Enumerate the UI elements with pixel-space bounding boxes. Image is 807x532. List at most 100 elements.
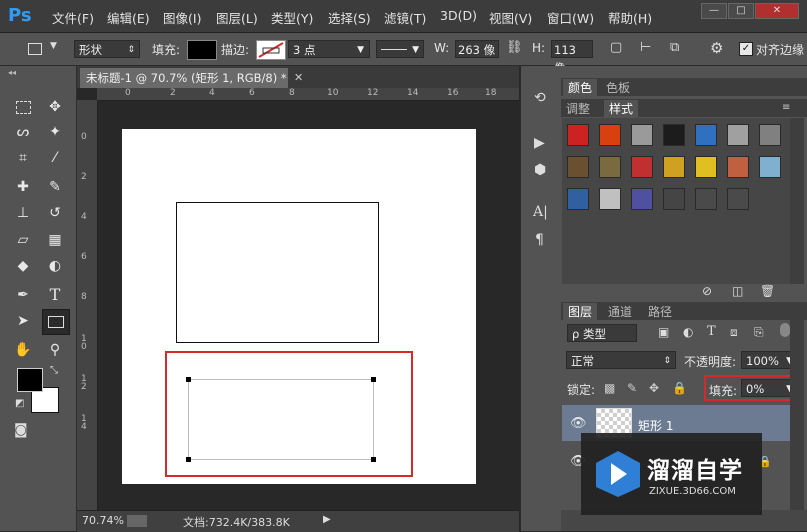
type-filter-icon[interactable]: T xyxy=(707,324,716,339)
layer-filter-select[interactable]: ρ 类型 xyxy=(567,324,637,342)
blur-tool-icon[interactable]: ◆ xyxy=(12,255,34,277)
tab-swatches[interactable]: 色板 xyxy=(606,79,630,96)
menu-view[interactable]: 视图(V) xyxy=(489,8,532,27)
restore-button[interactable]: □ xyxy=(728,3,754,19)
3d-icon[interactable]: ⬢ xyxy=(534,162,546,178)
adjustment-filter-icon[interactable]: ◐ xyxy=(683,325,693,339)
style-swatch[interactable] xyxy=(599,156,621,178)
height-field[interactable]: 113 像 xyxy=(551,40,593,75)
history-brush-tool-icon[interactable]: ↺ xyxy=(44,202,66,224)
smart-object-filter-icon[interactable]: ⎘ xyxy=(754,325,764,340)
collapse-icon[interactable]: ◂◂ xyxy=(8,68,16,77)
style-swatch[interactable] xyxy=(599,188,621,210)
menu-layer[interactable]: 图层(L) xyxy=(216,8,258,27)
path-arrangement-icon[interactable]: ⧉ xyxy=(670,40,679,55)
lasso-tool-icon[interactable]: ᔕ xyxy=(12,121,34,143)
play-icon[interactable]: ▶ xyxy=(323,514,331,525)
style-swatch[interactable] xyxy=(663,124,685,146)
tab-paths[interactable]: 路径 xyxy=(648,303,672,320)
path-operations-icon[interactable]: ▢ xyxy=(610,40,622,55)
fill-swatch[interactable] xyxy=(187,40,217,60)
lock-image-icon[interactable]: ✎ xyxy=(627,381,637,395)
tab-adjustments[interactable]: 调整 xyxy=(566,100,590,117)
shape-filter-icon[interactable]: ⧈ xyxy=(730,325,738,340)
style-swatch[interactable] xyxy=(567,124,589,146)
swap-colors-icon[interactable]: ⤡ xyxy=(50,365,58,376)
eye-icon[interactable]: 👁 xyxy=(570,416,587,431)
document-tab[interactable]: 未标题-1 @ 70.7% (矩形 1, RGB/8) * xyxy=(80,68,288,88)
panel-menu-icon[interactable]: ≡ xyxy=(782,102,790,113)
mode-select[interactable]: 形状 ⇕ xyxy=(74,40,140,58)
menu-select[interactable]: 选择(S) xyxy=(328,8,371,27)
default-colors-icon[interactable]: ◩ xyxy=(15,398,24,409)
link-icon[interactable]: ⛓ xyxy=(506,40,523,55)
move-tool-icon[interactable]: ✥ xyxy=(44,96,66,118)
path-selection-tool-icon[interactable]: ➤ xyxy=(12,310,34,332)
style-swatch[interactable] xyxy=(599,124,621,146)
layer-name[interactable]: 矩形 1 xyxy=(638,417,673,434)
align-edges-checkbox[interactable]: ✓ xyxy=(739,42,753,56)
eyedropper-tool-icon[interactable]: ⁄ xyxy=(44,147,66,169)
healing-brush-tool-icon[interactable]: ✚ xyxy=(12,176,34,198)
menu-edit[interactable]: 编辑(E) xyxy=(107,8,150,27)
style-swatch[interactable] xyxy=(567,156,589,178)
close-tab-icon[interactable]: ✕ xyxy=(294,71,303,84)
tab-channels[interactable]: 通道 xyxy=(608,303,632,320)
new-style-icon[interactable]: ◫ xyxy=(732,284,743,298)
foreground-color-swatch[interactable] xyxy=(17,368,43,392)
type-tool-icon[interactable]: T xyxy=(44,284,66,306)
styles-scrollbar[interactable] xyxy=(790,118,804,284)
style-swatch[interactable] xyxy=(631,188,653,210)
style-swatch[interactable] xyxy=(695,188,717,210)
style-swatch[interactable] xyxy=(567,188,589,210)
menu-type[interactable]: 类型(Y) xyxy=(271,8,313,27)
style-swatch[interactable] xyxy=(663,188,685,210)
filter-toggle[interactable] xyxy=(780,323,790,337)
clear-style-icon[interactable]: ⊘ xyxy=(702,284,712,298)
lock-transparent-icon[interactable]: ▩ xyxy=(604,381,615,395)
style-swatch[interactable] xyxy=(727,188,749,210)
stroke-type-picker[interactable]: ▼ xyxy=(376,40,424,58)
tab-styles[interactable]: 样式 xyxy=(604,100,639,117)
gradient-tool-icon[interactable]: ▦ xyxy=(44,229,66,251)
brush-tool-icon[interactable]: ✎ xyxy=(44,176,66,198)
minimize-button[interactable]: — xyxy=(701,3,727,19)
quick-mask-icon[interactable]: ◙ xyxy=(14,422,28,438)
style-swatch[interactable] xyxy=(631,124,653,146)
magic-wand-tool-icon[interactable]: ✦ xyxy=(44,121,66,143)
layers-scrollbar[interactable] xyxy=(790,320,804,510)
tool-preset-picker[interactable]: ▼ xyxy=(24,40,64,58)
lock-all-icon[interactable]: 🔒 xyxy=(672,381,687,395)
menu-window[interactable]: 窗口(W) xyxy=(547,8,594,27)
rectangle-tool-icon[interactable] xyxy=(42,309,70,335)
pen-tool-icon[interactable]: ✒ xyxy=(12,284,34,306)
hand-tool-icon[interactable]: ✋ xyxy=(12,339,34,361)
path-alignment-icon[interactable]: ⊢ xyxy=(640,40,651,55)
style-swatch[interactable] xyxy=(759,156,781,178)
menu-image[interactable]: 图像(I) xyxy=(163,8,201,27)
history-icon[interactable]: ⟲ xyxy=(534,90,546,106)
status-icon[interactable] xyxy=(127,515,147,527)
paragraph-icon[interactable]: ¶ xyxy=(535,232,544,248)
gear-icon[interactable]: ⚙ xyxy=(710,39,723,57)
style-swatch[interactable] xyxy=(727,156,749,178)
blend-mode-select[interactable]: 正常 ⇕ xyxy=(566,351,676,369)
eraser-tool-icon[interactable]: ▱ xyxy=(12,229,34,251)
tab-color[interactable]: 颜色 xyxy=(563,79,598,96)
menu-3d[interactable]: 3D(D) xyxy=(440,8,477,23)
delete-style-icon[interactable]: 🗑 xyxy=(760,284,775,298)
crop-tool-icon[interactable]: ⌗ xyxy=(12,147,34,169)
tab-layers[interactable]: 图层 xyxy=(563,303,598,320)
clone-stamp-tool-icon[interactable]: ⊥ xyxy=(12,202,34,224)
menu-file[interactable]: 文件(F) xyxy=(52,8,94,27)
zoom-tool-icon[interactable]: ⚲ xyxy=(44,339,66,361)
dodge-tool-icon[interactable]: ◐ xyxy=(44,255,66,277)
style-swatch[interactable] xyxy=(663,156,685,178)
width-field[interactable]: 263 像 xyxy=(455,40,499,58)
lock-position-icon[interactable]: ✥ xyxy=(649,381,659,395)
marquee-tool-icon[interactable] xyxy=(12,96,34,118)
stroke-swatch[interactable] xyxy=(256,40,286,60)
stroke-width-field[interactable]: 3 点 ▼ xyxy=(288,40,370,58)
menu-help[interactable]: 帮助(H) xyxy=(608,8,652,27)
style-swatch[interactable] xyxy=(695,124,717,146)
